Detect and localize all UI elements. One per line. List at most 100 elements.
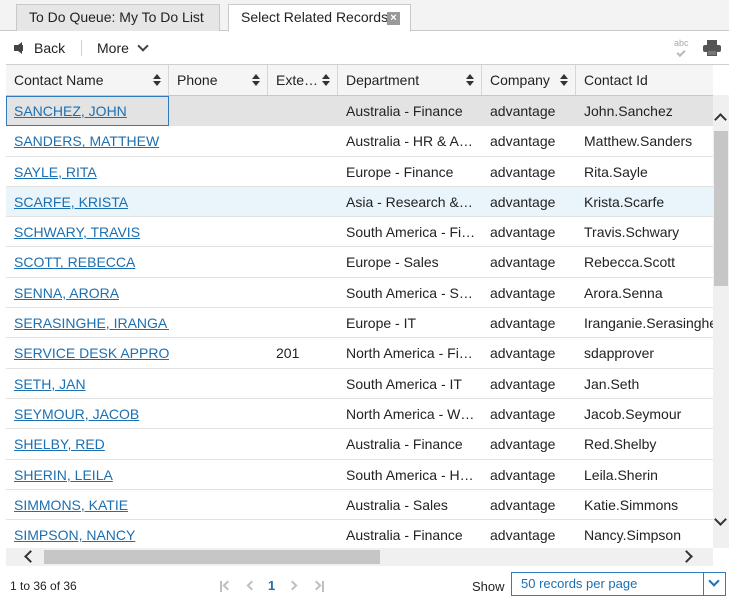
- table-row[interactable]: SCARFE, KRISTA Asia - Research &… advantag…: [6, 186, 713, 218]
- cell-ext: [268, 126, 338, 156]
- grid-body: SANCHEZ, JOHN Australia - Finance advantag…: [6, 96, 713, 549]
- scroll-up-icon[interactable]: [714, 113, 727, 126]
- contact-name-link[interactable]: SIMPSON, NANCY: [14, 527, 135, 543]
- cell-department: Europe - IT: [346, 315, 417, 332]
- table-row[interactable]: SAYLE, RITA Europe - Finance advantage Rita…: [6, 156, 713, 187]
- scroll-left-icon[interactable]: [24, 550, 37, 563]
- grid-footer: 1 to 36 of 36 1 Show 50 records per page: [0, 566, 729, 599]
- current-page-number[interactable]: 1: [268, 578, 275, 593]
- column-header-department[interactable]: Department: [338, 65, 482, 95]
- column-header-contact-name[interactable]: Contact Name: [6, 65, 169, 95]
- cell-department: South America - H…: [346, 466, 474, 483]
- cell-ext: [268, 278, 338, 308]
- cell-phone: [169, 369, 268, 399]
- cell-name: SHELBY, RED: [6, 429, 169, 459]
- contact-name-link[interactable]: SAYLE, RITA: [14, 164, 97, 180]
- toolbar: Back More abc: [0, 31, 729, 63]
- table-row[interactable]: SANDERS, MATTHEW Australia - HR & A… advan…: [6, 126, 713, 157]
- contact-name-link[interactable]: SEYMOUR, JACOB: [14, 406, 139, 422]
- cell-phone: [169, 157, 268, 187]
- cell-ext: [268, 369, 338, 399]
- cell-name: SCOTT, REBECCA: [6, 247, 169, 277]
- table-row[interactable]: SEYMOUR, JACOB North America - W… advantag…: [6, 398, 713, 430]
- cell-ext: [268, 399, 338, 429]
- table-row[interactable]: SHELBY, RED Australia - Finance advantage R…: [6, 429, 713, 460]
- contact-name-link[interactable]: SHERIN, LEILA: [14, 467, 113, 483]
- horizontal-scroll-thumb[interactable]: [44, 550, 380, 564]
- contact-name-link[interactable]: SENNA, ARORA: [14, 285, 119, 301]
- contact-name-link[interactable]: SHELBY, RED: [14, 436, 105, 452]
- print-icon[interactable]: [703, 40, 721, 56]
- vertical-scroll-thumb[interactable]: [714, 131, 728, 286]
- cell-phone: [169, 399, 268, 429]
- more-label: More: [97, 40, 129, 56]
- horizontal-scrollbar[interactable]: [6, 548, 713, 566]
- cell-ext: 201: [276, 345, 300, 362]
- sort-icon[interactable]: [560, 74, 568, 86]
- contact-name-link[interactable]: SERASINGHE, IRANGA…: [14, 315, 169, 331]
- table-row[interactable]: SHERIN, LEILA South America - H… advantage…: [6, 459, 713, 490]
- close-icon[interactable]: ×: [387, 12, 400, 25]
- first-page-icon[interactable]: [220, 580, 233, 592]
- page-size-value: 50 records per page: [521, 576, 638, 591]
- vertical-scrollbar[interactable]: [713, 95, 729, 548]
- column-header-company[interactable]: Company: [482, 65, 576, 95]
- table-row[interactable]: SCHWARY, TRAVIS South America - Fi… advant…: [6, 217, 713, 248]
- table-row[interactable]: SIMMONS, KATIE Australia - Sales advantage…: [6, 489, 713, 521]
- cell-company: advantage: [490, 496, 556, 513]
- page-size-select[interactable]: 50 records per page: [511, 572, 726, 596]
- scroll-right-icon[interactable]: [680, 550, 693, 563]
- table-row[interactable]: SIMPSON, NANCY Australia - Finance advanta…: [6, 520, 713, 549]
- table-row[interactable]: SANCHEZ, JOHN Australia - Finance advantag…: [6, 96, 713, 127]
- cell-name: SETH, JAN: [6, 369, 169, 399]
- cell-department: Australia - Finance: [346, 103, 463, 119]
- more-button[interactable]: More: [97, 39, 149, 57]
- column-header-extension[interactable]: Exte…: [268, 65, 338, 95]
- column-header-phone[interactable]: Phone: [169, 65, 268, 95]
- table-row[interactable]: SERVICE DESK APPRO… 201 North America - Fi…: [6, 338, 713, 369]
- contact-name-link[interactable]: SETH, JAN: [14, 376, 86, 392]
- contact-name-link[interactable]: SCARFE, KRISTA: [14, 194, 128, 210]
- contact-name-link[interactable]: SANDERS, MATTHEW: [14, 133, 159, 149]
- check-icon: [676, 47, 686, 58]
- cell-department: Europe - Sales: [346, 254, 439, 271]
- cell-company: advantage: [490, 315, 556, 332]
- cell-department: South America - Fi…: [346, 224, 476, 241]
- cell-department: Australia - HR & A…: [346, 133, 473, 150]
- cell-company: advantage: [490, 103, 556, 119]
- cell-department: Australia - Finance: [346, 436, 463, 453]
- records-grid: Contact Name Phone Exte… Department Comp…: [6, 64, 729, 549]
- tab-todo-queue[interactable]: To Do Queue: My To Do List: [16, 4, 220, 31]
- cell-contact-id: Katie.Simmons: [584, 496, 679, 513]
- contact-name-link[interactable]: SIMMONS, KATIE: [14, 497, 128, 513]
- next-page-icon[interactable]: [287, 580, 299, 592]
- cell-ext: [268, 247, 338, 277]
- cell-department: North America - W…: [346, 405, 475, 422]
- scroll-down-icon[interactable]: [714, 513, 727, 526]
- back-button[interactable]: Back: [14, 39, 65, 57]
- cell-phone: [169, 460, 268, 490]
- tab-label: To Do Queue: My To Do List: [29, 9, 204, 25]
- cell-contact-id: sdapprover: [584, 345, 655, 362]
- table-row[interactable]: SENNA, ARORA South America - S… advantage A…: [6, 277, 713, 309]
- table-row[interactable]: SETH, JAN South America - IT advantage Jan.…: [6, 368, 713, 399]
- cell-name: SERVICE DESK APPRO…: [6, 338, 169, 368]
- tab-select-related-records[interactable]: Select Related Records ×: [228, 4, 411, 32]
- sort-icon[interactable]: [153, 74, 161, 86]
- last-page-icon[interactable]: [311, 580, 325, 592]
- table-row[interactable]: SERASINGHE, IRANGA… Europe - IT advantage I…: [6, 308, 713, 339]
- cell-company: advantage: [490, 193, 556, 210]
- previous-page-icon[interactable]: [244, 580, 257, 592]
- spellcheck-icon[interactable]: abc: [674, 39, 689, 58]
- dropdown-button[interactable]: [703, 573, 725, 595]
- sort-icon[interactable]: [252, 74, 260, 86]
- sort-icon[interactable]: [466, 74, 474, 86]
- contact-name-link[interactable]: SERVICE DESK APPRO…: [14, 345, 169, 361]
- table-row[interactable]: SCOTT, REBECCA Europe - Sales advantage Reb…: [6, 247, 713, 278]
- sort-icon[interactable]: [322, 74, 330, 86]
- contact-name-link[interactable]: SANCHEZ, JOHN: [14, 103, 127, 119]
- cell-phone: [169, 520, 268, 549]
- contact-name-link[interactable]: SCOTT, REBECCA: [14, 254, 135, 270]
- contact-name-link[interactable]: SCHWARY, TRAVIS: [14, 224, 140, 240]
- column-header-contact-id[interactable]: Contact Id: [576, 65, 713, 95]
